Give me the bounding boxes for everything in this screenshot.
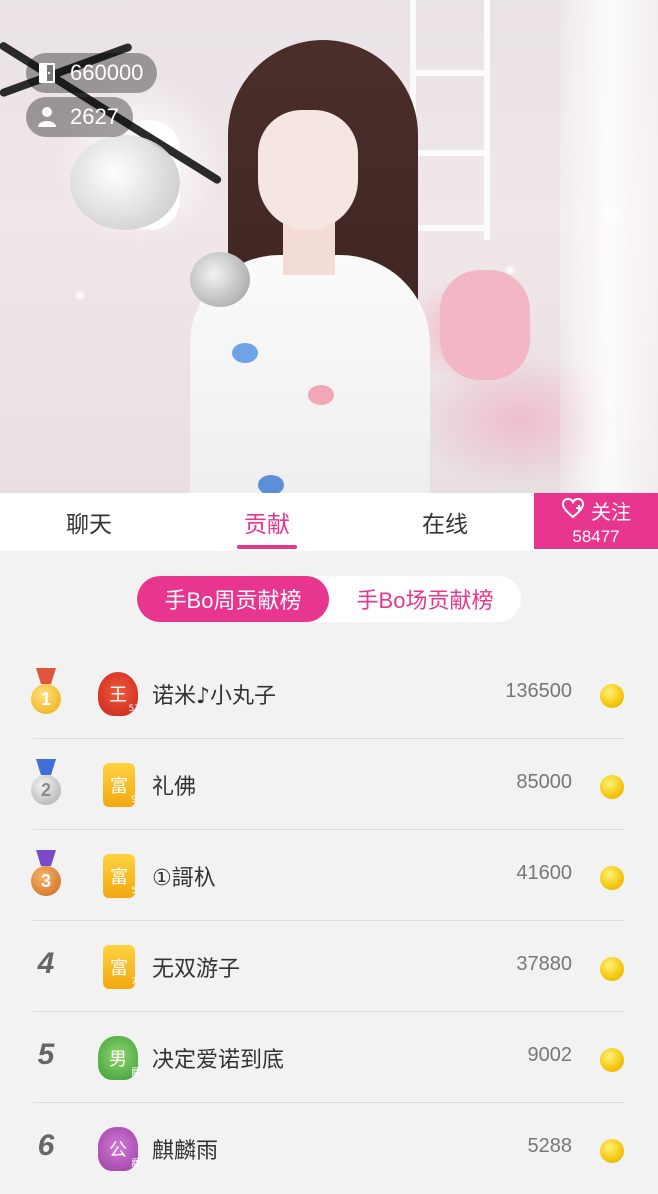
segment-session[interactable]: 手Bo场贡献榜 [329,576,521,622]
list-item[interactable]: 3 富5 ①謌杁 41600 [0,830,658,921]
level-badge-icon: 富7 [103,945,137,989]
contribution-score: 9002 [527,1044,573,1066]
silver-medal-icon: 2 [30,759,62,809]
plush-bear [440,270,530,380]
viewers-value: 2627 [70,104,119,129]
level-badge-icon: 王 57 [98,672,140,716]
user-name: ①謌杁 [152,866,216,891]
tab-online[interactable]: 在线 [356,493,534,551]
follow-button[interactable]: 关注 58477 [534,493,658,549]
user-name: 麒麟雨 [152,1139,219,1164]
rank-number: 6 [37,1129,55,1162]
coin-icon [600,866,624,890]
coin-icon [600,684,624,708]
door-icon [36,62,58,84]
list-item[interactable]: 1 王 57 诺米♪小丸子 136500 [0,648,658,739]
level-badge-icon: 富9 [103,763,137,807]
live-video[interactable]: 660000 2627 [0,0,658,493]
tab-bar: 聊天 贡献 在线 关注 58477 [0,493,658,551]
sparkle [505,265,515,275]
views-value: 660000 [70,60,144,85]
streamer-face [258,110,358,230]
coin-icon [600,1139,624,1163]
rank-number: 4 [37,947,55,980]
sparkle [600,205,618,223]
microphone [70,135,180,230]
contribution-score: 41600 [516,862,572,884]
follow-label: 关注 [591,499,631,524]
views-counter: 660000 [26,53,158,93]
level-badge-icon: 公爵 [98,1127,140,1171]
contribution-score: 85000 [516,771,572,793]
ranking-period-segment: 手Bo周贡献榜 手Bo场贡献榜 [137,576,521,622]
follow-count: 58477 [572,526,620,546]
segment-weekly[interactable]: 手Bo周贡献榜 [137,576,329,622]
microphone-head [190,252,250,307]
tab-chat[interactable]: 聊天 [0,493,178,551]
level-badge-icon: 男爵 [98,1036,140,1080]
tab-contribution[interactable]: 贡献 [178,493,356,551]
user-name: 礼佛 [152,775,197,800]
gold-medal-icon: 1 [30,668,62,718]
contribution-score: 37880 [516,953,572,975]
user-name: 诺米♪小丸子 [152,684,277,709]
list-item[interactable]: 4 富7 无双游子 37880 [0,921,658,1012]
bronze-medal-icon: 3 [30,850,62,900]
contribution-score: 136500 [505,680,572,702]
level-badge-icon: 富5 [103,854,137,898]
user-name: 决定爱诺到底 [152,1048,285,1073]
contribution-score: 5288 [527,1135,573,1157]
coin-icon [600,1048,624,1072]
viewers-counter: 2627 [26,97,133,137]
background-curtain [560,0,658,493]
list-item[interactable]: 6 公爵 麒麟雨 5288 [0,1103,658,1194]
person-icon [36,106,58,128]
sparkle [75,290,85,300]
contribution-list: 1 王 57 诺米♪小丸子 136500 2 富9 礼佛 85000 3 富5 ①… [0,648,658,1194]
user-name: 无双游子 [152,957,241,982]
coin-icon [600,775,624,799]
heart-plus-icon [561,497,585,524]
list-item[interactable]: 5 男爵 决定爱诺到底 9002 [0,1012,658,1103]
list-item[interactable]: 2 富9 礼佛 85000 [0,739,658,830]
background-shelf [410,0,490,240]
coin-icon [600,957,624,981]
rank-number: 5 [37,1038,55,1071]
